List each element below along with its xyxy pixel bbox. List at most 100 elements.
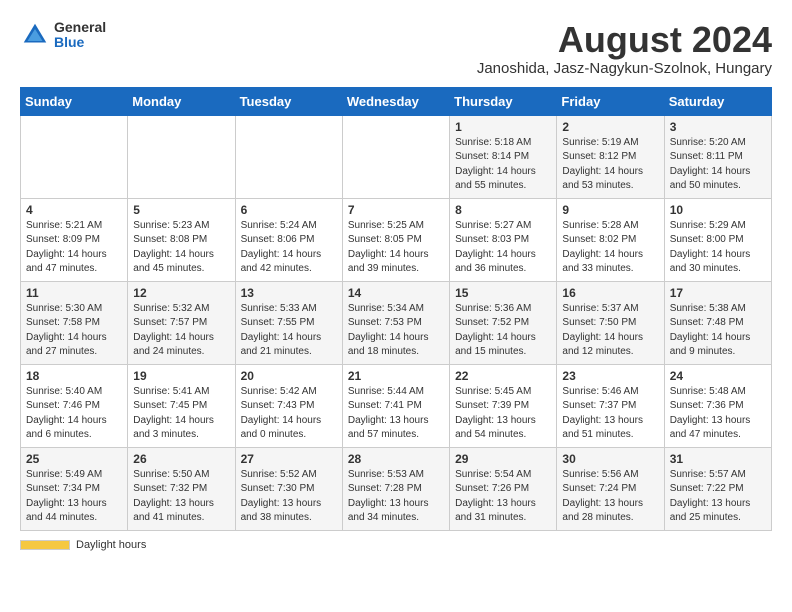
calendar-cell: 9 Sunrise: 5:28 AM Sunset: 8:02 PM Daylig…: [557, 198, 664, 281]
day-number: 28: [348, 452, 444, 466]
day-info: Sunrise: 5:24 AM Sunset: 8:06 PM Dayligh…: [241, 219, 337, 277]
calendar-cell: 10Sunrise: 5:29 AM Sunset: 8:00 PM Dayli…: [664, 198, 771, 281]
footer-note: Daylight hours: [20, 539, 772, 551]
day-info: Sunrise: 5:23 AM Sunset: 8:08 PM Dayligh…: [133, 219, 229, 277]
calendar-cell: 11 Sunrise: 5:30 AM Sunset: 7:58 PM Dayli…: [21, 281, 128, 364]
day-info: Sunrise: 5:42 AM Sunset: 7:43 PM Dayligh…: [241, 385, 337, 443]
calendar-cell: 20Sunrise: 5:42 AM Sunset: 7:43 PM Dayli…: [235, 364, 342, 447]
calendar-cell: 8Sunrise: 5:27 AM Sunset: 8:03 PM Daylig…: [450, 198, 557, 281]
day-number: 24: [670, 369, 766, 383]
day-info: Sunrise: 5:50 AM Sunset: 7:32 PM Dayligh…: [133, 468, 229, 526]
day-number: 17: [670, 286, 766, 300]
day-number: 7: [348, 203, 444, 217]
day-number: 9: [562, 203, 658, 217]
day-number: 6: [241, 203, 337, 217]
day-info: Sunrise: 5:44 AM Sunset: 7:41 PM Dayligh…: [348, 385, 444, 443]
day-info: Sunrise: 5:34 AM Sunset: 7:53 PM Dayligh…: [348, 302, 444, 360]
day-info: Sunrise: 5:48 AM Sunset: 7:36 PM Dayligh…: [670, 385, 766, 443]
day-info: Sunrise: 5:53 AM Sunset: 7:28 PM Dayligh…: [348, 468, 444, 526]
day-number: 11: [26, 286, 122, 300]
day-info: Sunrise: 5:38 AM Sunset: 7:48 PM Dayligh…: [670, 302, 766, 360]
calendar-cell: 30Sunrise: 5:56 AM Sunset: 7:24 PM Dayli…: [557, 447, 664, 530]
day-info: Sunrise: 5:21 AM Sunset: 8:09 PM Dayligh…: [26, 219, 122, 277]
calendar-cell: 4 Sunrise: 5:21 AM Sunset: 8:09 PM Daylig…: [21, 198, 128, 281]
calendar-cell: 13Sunrise: 5:33 AM Sunset: 7:55 PM Dayli…: [235, 281, 342, 364]
calendar-cell: 6 Sunrise: 5:24 AM Sunset: 8:06 PM Daylig…: [235, 198, 342, 281]
day-number: 12: [133, 286, 229, 300]
day-number: 15: [455, 286, 551, 300]
calendar-cell: 16 Sunrise: 5:37 AM Sunset: 7:50 PM Dayli…: [557, 281, 664, 364]
calendar-cell: 15 Sunrise: 5:36 AM Sunset: 7:52 PM Dayli…: [450, 281, 557, 364]
day-number: 16: [562, 286, 658, 300]
calendar-header-wednesday: Wednesday: [342, 87, 449, 115]
day-info: Sunrise: 5:28 AM Sunset: 8:02 PM Dayligh…: [562, 219, 658, 277]
day-number: 31: [670, 452, 766, 466]
day-number: 22: [455, 369, 551, 383]
calendar-cell: 23Sunrise: 5:46 AM Sunset: 7:37 PM Dayli…: [557, 364, 664, 447]
calendar-header-sunday: Sunday: [21, 87, 128, 115]
day-number: 26: [133, 452, 229, 466]
calendar-header-monday: Monday: [128, 87, 235, 115]
day-info: Sunrise: 5:46 AM Sunset: 7:37 PM Dayligh…: [562, 385, 658, 443]
day-number: 27: [241, 452, 337, 466]
calendar-week-4: 18Sunrise: 5:40 AM Sunset: 7:46 PM Dayli…: [21, 364, 772, 447]
calendar-cell: 28 Sunrise: 5:53 AM Sunset: 7:28 PM Dayli…: [342, 447, 449, 530]
calendar-cell: 7Sunrise: 5:25 AM Sunset: 8:05 PM Daylig…: [342, 198, 449, 281]
day-info: Sunrise: 5:49 AM Sunset: 7:34 PM Dayligh…: [26, 468, 122, 526]
day-info: Sunrise: 5:54 AM Sunset: 7:26 PM Dayligh…: [455, 468, 551, 526]
calendar-cell: 5 Sunrise: 5:23 AM Sunset: 8:08 PM Daylig…: [128, 198, 235, 281]
day-number: 19: [133, 369, 229, 383]
month-title: August 2024: [477, 20, 772, 60]
calendar-header-thursday: Thursday: [450, 87, 557, 115]
calendar-cell: [128, 115, 235, 198]
calendar-cell: 29 Sunrise: 5:54 AM Sunset: 7:26 PM Dayli…: [450, 447, 557, 530]
day-info: Sunrise: 5:20 AM Sunset: 8:11 PM Dayligh…: [670, 136, 766, 194]
day-number: 29: [455, 452, 551, 466]
calendar-table: SundayMondayTuesdayWednesdayThursdayFrid…: [20, 87, 772, 531]
calendar-cell: 22 Sunrise: 5:45 AM Sunset: 7:39 PM Dayli…: [450, 364, 557, 447]
day-info: Sunrise: 5:27 AM Sunset: 8:03 PM Dayligh…: [455, 219, 551, 277]
day-info: Sunrise: 5:37 AM Sunset: 7:50 PM Dayligh…: [562, 302, 658, 360]
page-header: General Blue August 2024 Janoshida, Jasz…: [20, 20, 772, 77]
day-info: Sunrise: 5:19 AM Sunset: 8:12 PM Dayligh…: [562, 136, 658, 194]
day-number: 25: [26, 452, 122, 466]
logo-general: General: [54, 20, 106, 35]
logo-icon: [20, 20, 50, 50]
day-info: Sunrise: 5:18 AM Sunset: 8:14 PM Dayligh…: [455, 136, 551, 194]
calendar-cell: 21 Sunrise: 5:44 AM Sunset: 7:41 PM Dayli…: [342, 364, 449, 447]
day-info: Sunrise: 5:40 AM Sunset: 7:46 PM Dayligh…: [26, 385, 122, 443]
calendar-cell: 31Sunrise: 5:57 AM Sunset: 7:22 PM Dayli…: [664, 447, 771, 530]
day-info: Sunrise: 5:29 AM Sunset: 8:00 PM Dayligh…: [670, 219, 766, 277]
day-number: 4: [26, 203, 122, 217]
calendar-cell: [342, 115, 449, 198]
day-number: 21: [348, 369, 444, 383]
calendar-cell: 19Sunrise: 5:41 AM Sunset: 7:45 PM Dayli…: [128, 364, 235, 447]
day-info: Sunrise: 5:30 AM Sunset: 7:58 PM Dayligh…: [26, 302, 122, 360]
calendar-week-2: 4 Sunrise: 5:21 AM Sunset: 8:09 PM Daylig…: [21, 198, 772, 281]
day-number: 5: [133, 203, 229, 217]
calendar-cell: 12Sunrise: 5:32 AM Sunset: 7:57 PM Dayli…: [128, 281, 235, 364]
calendar-cell: 3 Sunrise: 5:20 AM Sunset: 8:11 PM Daylig…: [664, 115, 771, 198]
calendar-cell: 17 Sunrise: 5:38 AM Sunset: 7:48 PM Dayli…: [664, 281, 771, 364]
logo: General Blue: [20, 20, 106, 51]
calendar-cell: [21, 115, 128, 198]
calendar-cell: 27 Sunrise: 5:52 AM Sunset: 7:30 PM Dayli…: [235, 447, 342, 530]
calendar-cell: 25 Sunrise: 5:49 AM Sunset: 7:34 PM Dayli…: [21, 447, 128, 530]
calendar-week-3: 11 Sunrise: 5:30 AM Sunset: 7:58 PM Dayli…: [21, 281, 772, 364]
calendar-cell: 18Sunrise: 5:40 AM Sunset: 7:46 PM Dayli…: [21, 364, 128, 447]
day-number: 3: [670, 120, 766, 134]
day-number: 14: [348, 286, 444, 300]
daylight-label: Daylight hours: [76, 539, 146, 551]
day-number: 2: [562, 120, 658, 134]
location-subtitle: Janoshida, Jasz-Nagykun-Szolnok, Hungary: [477, 60, 772, 77]
day-info: Sunrise: 5:45 AM Sunset: 7:39 PM Dayligh…: [455, 385, 551, 443]
logo-blue: Blue: [54, 35, 106, 50]
daylight-bar: [20, 540, 70, 550]
calendar-cell: 26 Sunrise: 5:50 AM Sunset: 7:32 PM Dayli…: [128, 447, 235, 530]
day-info: Sunrise: 5:33 AM Sunset: 7:55 PM Dayligh…: [241, 302, 337, 360]
calendar-cell: [235, 115, 342, 198]
day-info: Sunrise: 5:52 AM Sunset: 7:30 PM Dayligh…: [241, 468, 337, 526]
day-info: Sunrise: 5:36 AM Sunset: 7:52 PM Dayligh…: [455, 302, 551, 360]
title-block: August 2024 Janoshida, Jasz-Nagykun-Szol…: [477, 20, 772, 77]
calendar-header-tuesday: Tuesday: [235, 87, 342, 115]
